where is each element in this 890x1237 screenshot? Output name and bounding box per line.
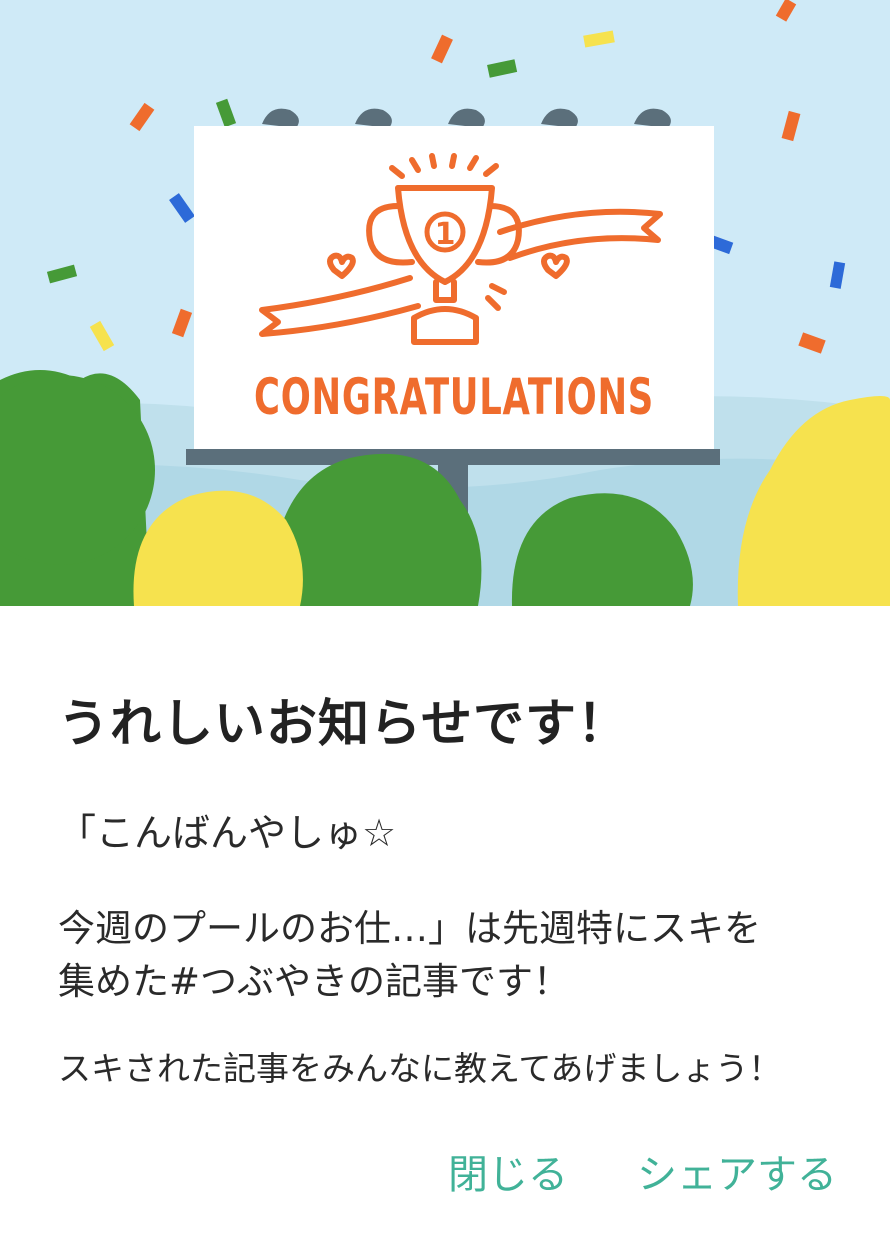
trophy-number: 1 xyxy=(435,217,456,252)
share-button[interactable]: シェアする xyxy=(637,1142,837,1200)
message-line-1: 「こんばんやしゅ☆ xyxy=(58,811,397,855)
sign-congratulations-text: CONGRATULATIONS xyxy=(254,368,654,426)
message-line-3: 集めた#つぶやきの記事です！ xyxy=(58,960,571,1003)
message-line-4: スキされた記事をみんなに教えてあげましょう！ xyxy=(58,1049,782,1088)
message-line-2: 今週のプールのお仕…」は先週特にスキを xyxy=(58,907,761,950)
close-button[interactable]: 閉じる xyxy=(448,1142,568,1200)
dialog-title: うれしいお知らせです！ xyxy=(58,695,629,754)
congratulations-illustration: 1 CONGRATULATIONS xyxy=(0,0,890,606)
congratulations-dialog: 1 CONGRATULATIONS うれしいお知らせです！ 「こんばんやしゅ☆ … xyxy=(0,0,890,1237)
dialog-body: うれしいお知らせです！ 「こんばんやしゅ☆ 今週のプールのお仕…」は先週特にスキ… xyxy=(0,606,890,1237)
